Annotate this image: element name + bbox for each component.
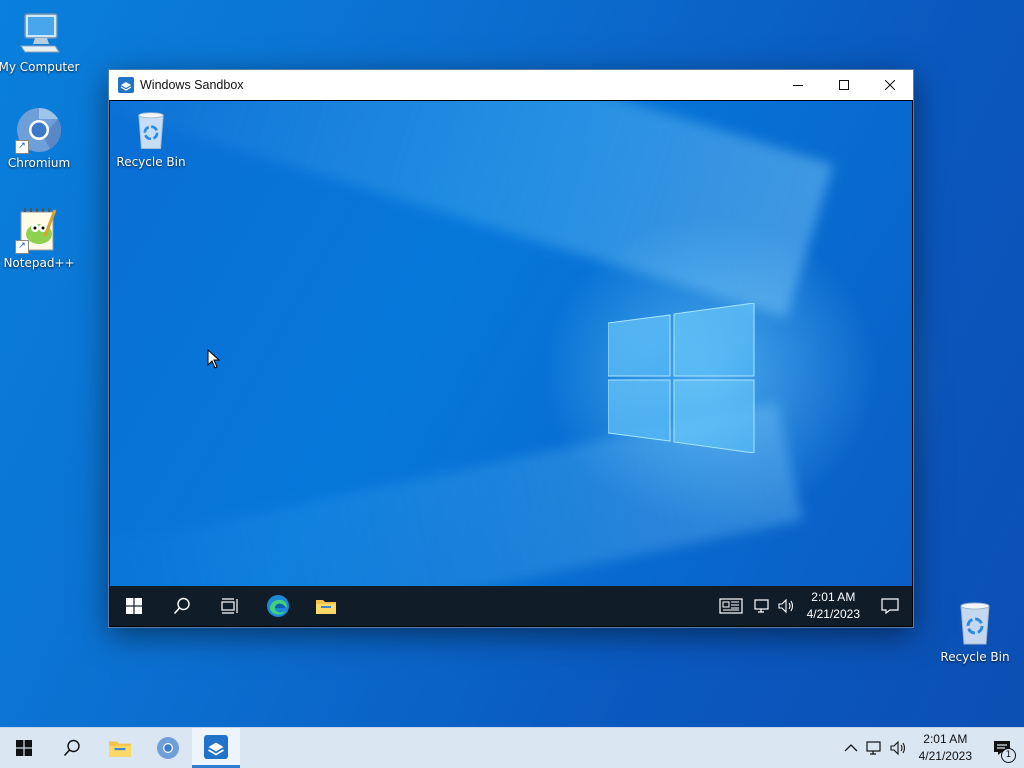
desktop-icon-my-computer[interactable]: My Computer: [0, 10, 81, 74]
host-system-tray: 2:01 AM 4/21/2023 1: [839, 728, 1024, 768]
network-button[interactable]: [863, 728, 887, 768]
news-icon: [719, 598, 743, 614]
chromium-icon: [157, 737, 179, 759]
sandbox-system-tray: 2:01 AM 4/21/2023: [711, 586, 912, 626]
search-button[interactable]: [158, 586, 206, 626]
chevron-up-icon: [844, 744, 858, 752]
task-view-icon: [221, 598, 238, 614]
desktop-icon-label: Chromium: [7, 156, 71, 170]
window-title: Windows Sandbox: [140, 78, 244, 92]
clock-date: 4/21/2023: [806, 607, 860, 621]
action-center-button[interactable]: 1: [980, 728, 1024, 768]
volume-icon: [778, 598, 793, 614]
search-icon: [63, 739, 80, 757]
volume-icon: [890, 740, 905, 756]
sandbox-icon-recycle-bin[interactable]: Recycle Bin: [110, 109, 193, 169]
sandbox-desktop[interactable]: Recycle Bin 2:01 AM 4/21/2023: [110, 101, 912, 626]
notepadpp-icon: ↗: [15, 206, 63, 254]
windows-start-icon: [126, 598, 142, 614]
network-icon: [754, 599, 769, 613]
shortcut-arrow-icon: ↗: [15, 240, 29, 254]
windows-sandbox-icon: [204, 734, 228, 759]
desktop-icon-label: Recycle Bin: [940, 650, 1010, 664]
minimize-icon: [793, 85, 803, 86]
shortcut-arrow-icon: ↗: [15, 140, 29, 154]
wallpaper-light-beam: [110, 101, 834, 318]
file-explorer-icon: [109, 741, 131, 757]
desktop-icon-recycle-bin[interactable]: Recycle Bin: [933, 600, 1017, 664]
recycle-bin-icon: [951, 600, 999, 648]
desktop-icon-notepadpp[interactable]: ↗ Notepad++: [0, 206, 81, 270]
start-button[interactable]: [110, 586, 158, 626]
clock-time: 2:01 AM: [811, 590, 856, 604]
file-explorer-button[interactable]: [302, 586, 350, 626]
desktop-icon-label: My Computer: [0, 60, 80, 74]
desktop-icon-label: Notepad++: [3, 256, 75, 270]
window-titlebar[interactable]: Windows Sandbox: [109, 70, 913, 100]
clock-time: 2:01 AM: [923, 732, 968, 746]
computer-icon: [15, 10, 63, 58]
windows-logo-wallpaper: [608, 303, 755, 453]
network-icon: [866, 741, 881, 755]
notification-count-badge: 1: [1001, 748, 1016, 763]
recycle-bin-icon: [130, 109, 172, 153]
minimize-button[interactable]: [775, 70, 821, 100]
news-button[interactable]: [711, 586, 751, 626]
volume-button[interactable]: [775, 586, 799, 626]
sandbox-window[interactable]: Windows Sandbox Recycle Bin 2:01 AM 4/21…: [109, 70, 913, 627]
windows-start-icon: [16, 740, 32, 756]
network-button[interactable]: [751, 586, 775, 626]
file-explorer-icon: [316, 600, 336, 614]
edge-button[interactable]: [254, 586, 302, 626]
show-hidden-icons-button[interactable]: [839, 728, 863, 768]
chromium-icon: ↗: [15, 106, 63, 154]
start-button[interactable]: [0, 728, 48, 768]
windows-sandbox-taskbar-button[interactable]: [192, 728, 240, 768]
host-taskbar: 2:01 AM 4/21/2023 1: [0, 727, 1024, 768]
windows-sandbox-icon: [118, 77, 134, 93]
sandbox-clock[interactable]: 2:01 AM 4/21/2023: [799, 589, 868, 623]
maximize-icon: [839, 80, 849, 90]
volume-button[interactable]: [887, 728, 911, 768]
clock-date: 4/21/2023: [918, 749, 972, 763]
sandbox-taskbar: 2:01 AM 4/21/2023: [110, 586, 912, 626]
maximize-button[interactable]: [821, 70, 867, 100]
close-icon: [885, 80, 895, 90]
task-view-button[interactable]: [206, 586, 254, 626]
mouse-cursor-icon: [207, 349, 221, 369]
action-center-button[interactable]: [868, 586, 912, 626]
desktop-icon-chromium[interactable]: ↗ Chromium: [0, 106, 81, 170]
desktop-icon-label: Recycle Bin: [116, 155, 186, 169]
close-button[interactable]: [867, 70, 913, 100]
edge-icon: [267, 595, 289, 617]
search-icon: [173, 597, 190, 615]
host-clock[interactable]: 2:01 AM 4/21/2023: [911, 731, 980, 765]
chromium-taskbar-button[interactable]: [144, 728, 192, 768]
action-center-icon: [881, 598, 899, 614]
search-button[interactable]: [48, 728, 96, 768]
file-explorer-button[interactable]: [96, 728, 144, 768]
